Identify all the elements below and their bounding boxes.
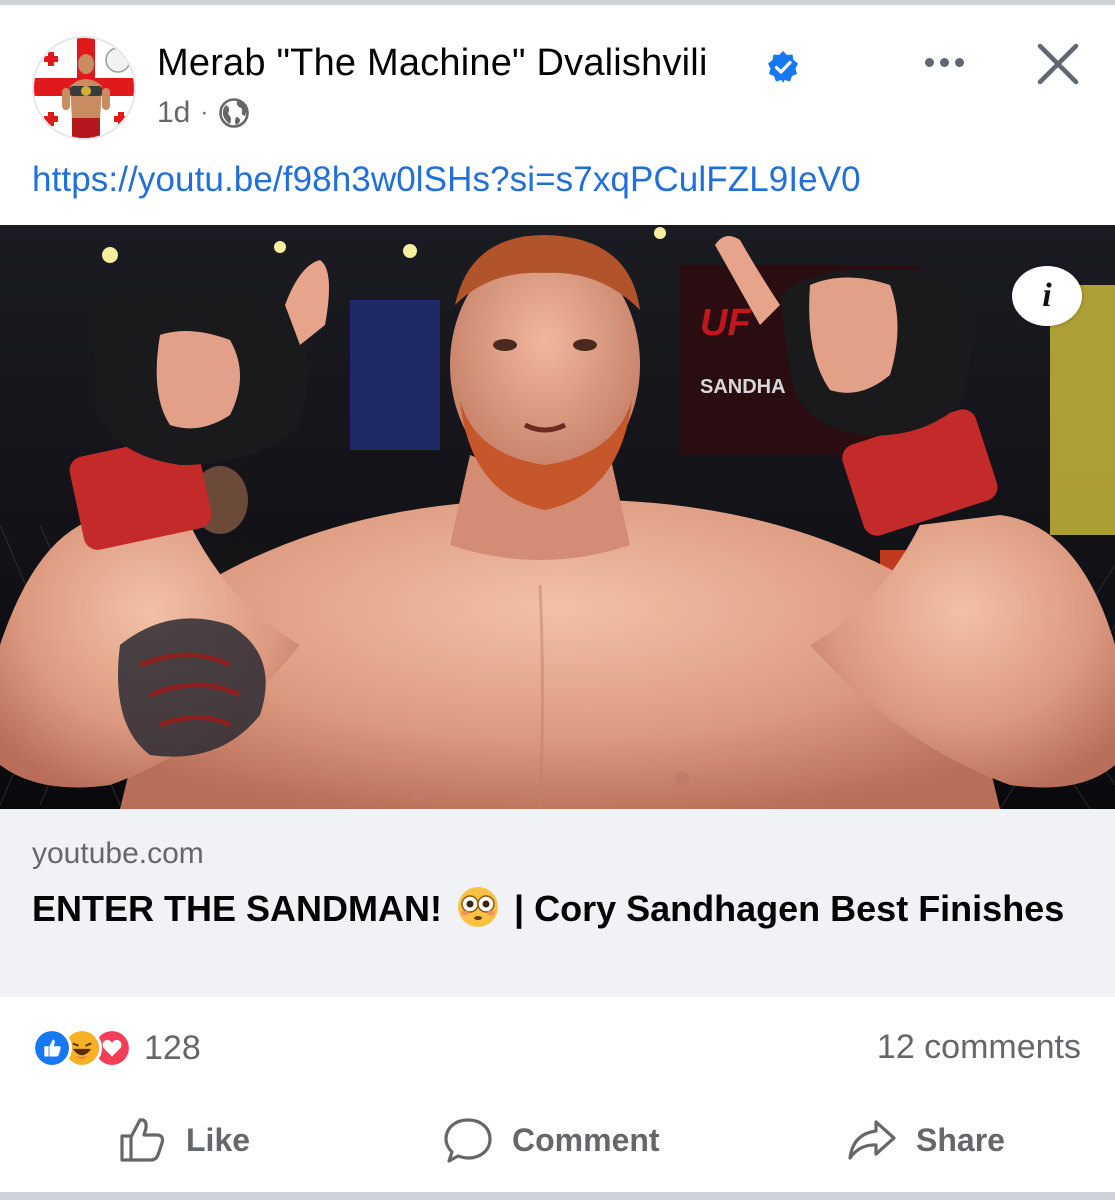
- like-button[interactable]: Like: [116, 1100, 250, 1180]
- verified-badge-icon: [768, 51, 798, 83]
- preview-domain: youtube.com: [32, 837, 204, 870]
- thumbs-up-icon: [120, 1118, 165, 1162]
- flushed-emoji-icon: [458, 887, 499, 927]
- more-options-icon[interactable]: [916, 42, 972, 82]
- comment-label: Comment: [512, 1121, 660, 1158]
- comments-count[interactable]: 12 comments: [877, 1028, 1081, 1067]
- close-icon[interactable]: [1030, 36, 1086, 92]
- like-label: Like: [186, 1121, 251, 1158]
- link-preview-card[interactable]: youtube.com ENTER THE SANDMAN! | Cory Sa…: [0, 809, 1115, 997]
- top-divider: [0, 0, 1115, 5]
- link-preview-image[interactable]: UF SANDHA: [0, 225, 1115, 809]
- like-reaction-icon: [32, 1028, 72, 1068]
- share-label: Share: [916, 1121, 1005, 1158]
- reactions-summary[interactable]: 128: [32, 1026, 201, 1070]
- bottom-divider: [0, 1192, 1115, 1200]
- reaction-count: 128: [144, 1028, 201, 1067]
- post-action-bar: Like Comment Share: [0, 1100, 1115, 1180]
- public-globe-icon: [219, 98, 250, 128]
- svg-text:SANDHA: SANDHA: [700, 376, 786, 398]
- comment-button[interactable]: Comment: [442, 1100, 660, 1180]
- preview-title-start: ENTER THE SANDMAN!: [32, 888, 442, 929]
- svg-text:UF: UF: [700, 302, 752, 344]
- preview-title-end: | Cory Sandhagen Best Finishes: [514, 888, 1065, 929]
- share-button[interactable]: Share: [846, 1100, 1005, 1180]
- post-time[interactable]: 1d: [157, 96, 190, 130]
- share-arrow-icon: [848, 1120, 896, 1160]
- preview-title: ENTER THE SANDMAN! | Cory Sandhagen Best…: [32, 885, 1072, 932]
- author-avatar[interactable]: [32, 36, 136, 140]
- post-meta: 1d ·: [157, 96, 250, 130]
- author-name[interactable]: Merab "The Machine" Dvalishvili: [157, 42, 708, 85]
- info-icon[interactable]: i: [1012, 266, 1082, 326]
- meta-separator: ·: [200, 99, 209, 126]
- post-link[interactable]: https://youtu.be/f98h3w0lSHs?si=s7xqPCul…: [32, 160, 861, 200]
- comment-bubble-icon: [444, 1118, 492, 1163]
